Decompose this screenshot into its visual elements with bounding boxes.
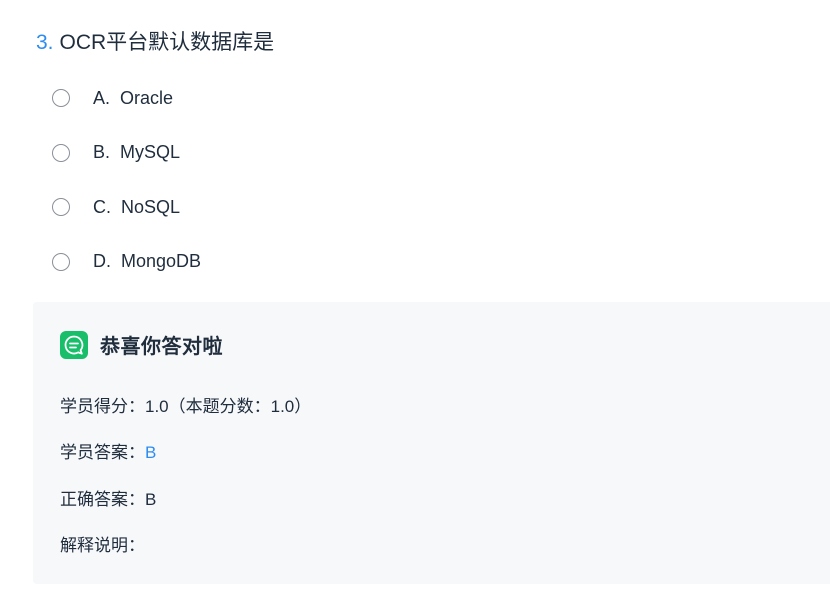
option-label: NoSQL xyxy=(121,196,181,217)
radio-button-d[interactable] xyxy=(52,252,70,271)
radio-button-c[interactable] xyxy=(52,198,70,216)
question-number: 3. xyxy=(36,31,54,54)
student-answer-label: 学员答案： xyxy=(60,443,145,462)
option-key: B. xyxy=(93,142,111,162)
correct-answer-row: 正确答案：B xyxy=(60,485,156,510)
correct-answer-label: 正确答案： xyxy=(60,490,145,509)
explanation-row: 解释说明： xyxy=(60,531,145,556)
question-title: 3. OCR平台默认数据库是 xyxy=(36,28,274,58)
radio-button-a[interactable] xyxy=(52,89,70,107)
explanation-label: 解释说明： xyxy=(60,536,145,555)
option-c[interactable]: C. NoSQL xyxy=(52,189,201,225)
student-score-value: 1.0（本题分数：1.0） xyxy=(145,397,312,416)
chat-bubble-icon xyxy=(60,330,88,359)
option-label: Oracle xyxy=(120,87,174,108)
option-b[interactable]: B. MySQL xyxy=(52,135,201,171)
option-key: D. xyxy=(93,251,111,271)
radio-button-b[interactable] xyxy=(52,143,70,162)
result-header: 恭喜你答对啦 xyxy=(60,330,223,359)
option-key: A. xyxy=(93,87,111,108)
student-answer-row: 学员答案：B xyxy=(60,438,156,463)
option-label: MongoDB xyxy=(121,251,202,271)
quiz-question-page: 3. OCR平台默认数据库是 A. Oracle B. MySQL C. NoSQ… xyxy=(0,0,830,602)
option-a[interactable]: A. Oracle xyxy=(52,80,201,116)
student-answer-value: B xyxy=(145,443,157,462)
result-title: 恭喜你答对啦 xyxy=(100,336,223,358)
student-score-row: 学员得分：1.0（本题分数：1.0） xyxy=(60,392,311,417)
option-key: C. xyxy=(93,196,111,217)
options-list: A. Oracle B. MySQL C. NoSQL D. MongoDB xyxy=(52,80,201,298)
answer-result-panel: 恭喜你答对啦 学员得分：1.0（本题分数：1.0） 学员答案：B 正确答案：B … xyxy=(33,302,830,584)
question-text: OCR平台默认数据库是 xyxy=(59,31,275,54)
option-label: MySQL xyxy=(120,142,181,162)
option-d[interactable]: D. MongoDB xyxy=(52,244,201,280)
correct-answer-value: B xyxy=(145,490,157,509)
student-score-label: 学员得分： xyxy=(60,397,145,416)
